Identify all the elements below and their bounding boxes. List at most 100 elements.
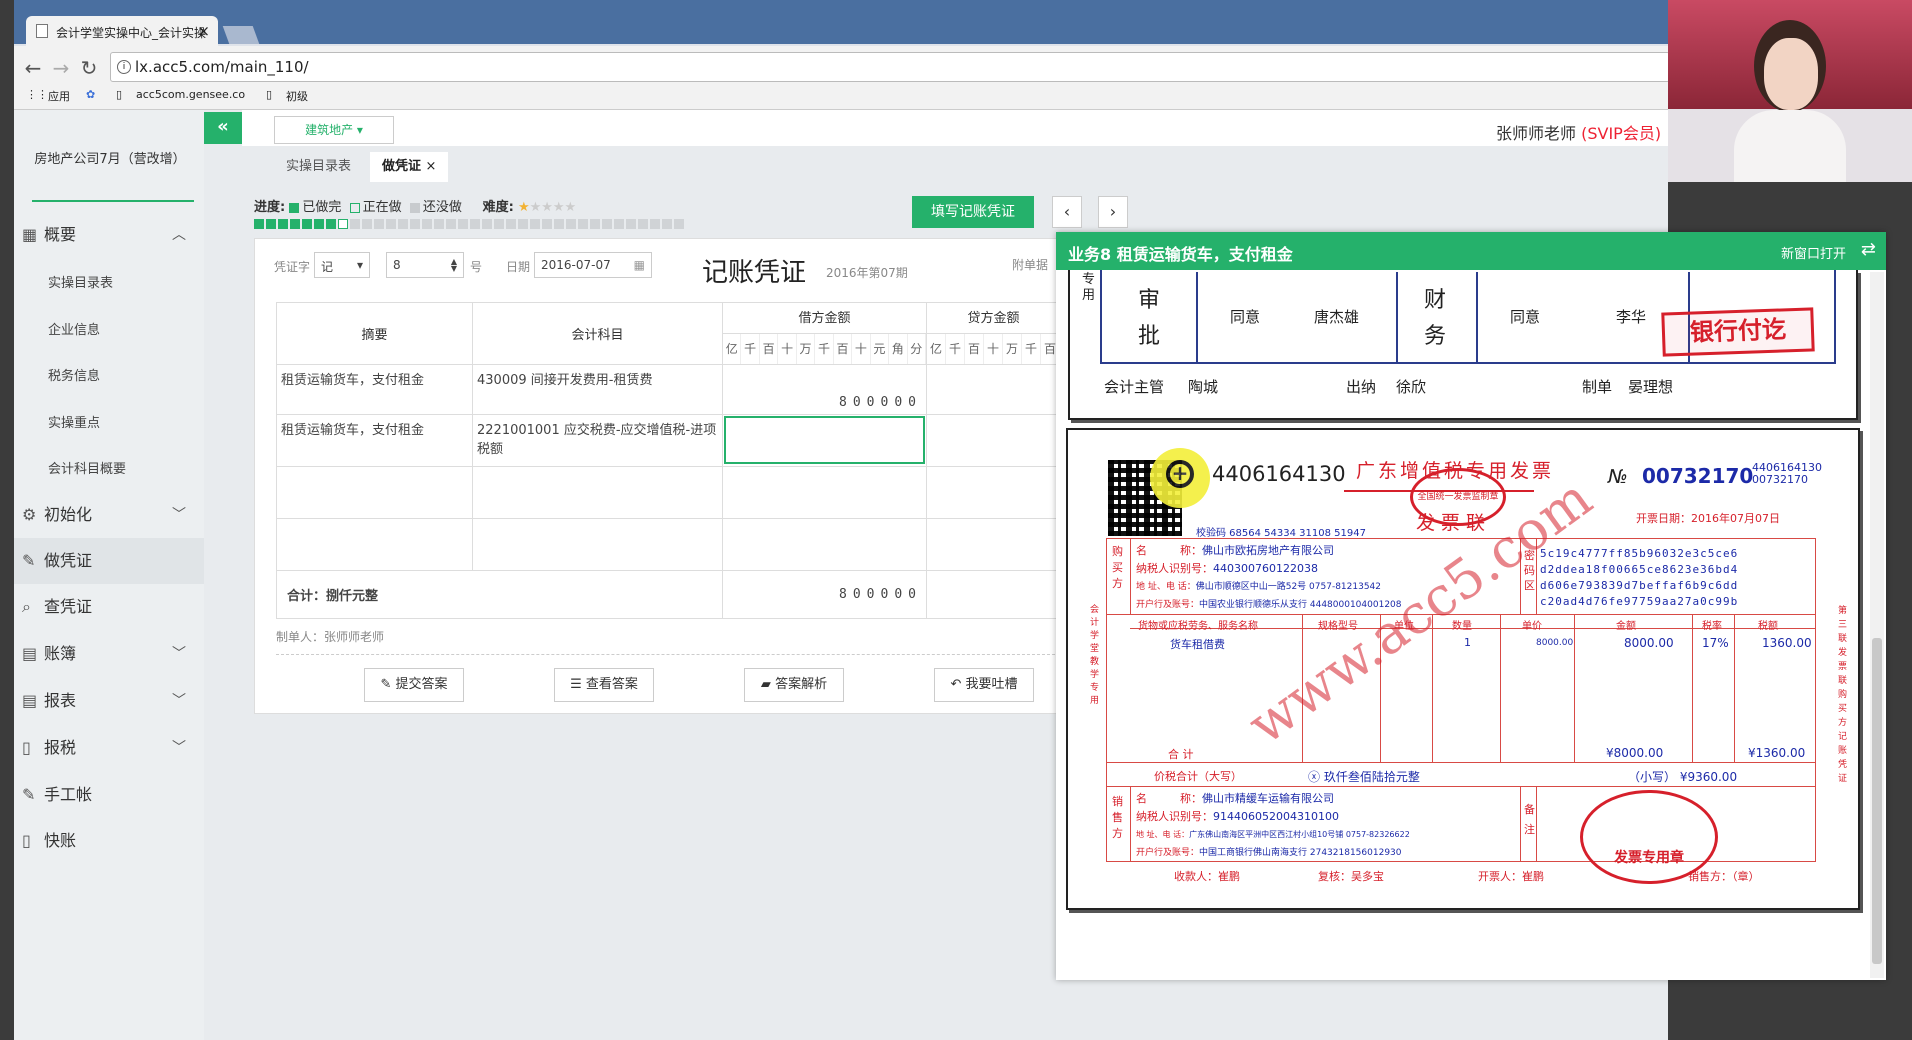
caret-down-icon: ▾	[356, 258, 363, 272]
progress-step	[278, 219, 288, 229]
sidebar-item-make-voucher[interactable]: ✎ 做凭证	[14, 538, 204, 584]
reload-icon[interactable]: ↻	[76, 56, 102, 80]
voucher-number-stepper[interactable]: 8 ▲ ▼	[386, 252, 464, 278]
close-tab-icon[interactable]: ×	[197, 22, 210, 40]
category-dropdown[interactable]: 建筑地产 ▾	[274, 116, 394, 144]
remark-label: 备注	[1524, 803, 1535, 836]
bookmark-apps[interactable]: 应用	[48, 88, 70, 104]
submit-answer-button[interactable]: ✎ 提交答案	[364, 668, 464, 702]
close-icon[interactable]: ×	[426, 159, 437, 174]
row4-credit[interactable]	[926, 518, 1061, 571]
progress-step	[458, 219, 468, 229]
sidebar-item-init[interactable]: ⚙ 初始化 ﹀	[14, 492, 204, 538]
sidebar-item-quick[interactable]: ▯ 快账	[14, 818, 204, 864]
unit-label: 元	[871, 333, 890, 364]
bookmark-junior[interactable]: 初级	[286, 88, 308, 104]
answer-explain-button[interactable]: ▰ 答案解析	[744, 668, 844, 702]
row3-debit[interactable]	[722, 466, 927, 519]
unit-label: 千	[946, 333, 965, 364]
back-icon[interactable]: ←	[20, 56, 46, 80]
row4-summary[interactable]	[276, 518, 473, 571]
divider	[276, 654, 1060, 655]
progress-step	[518, 219, 528, 229]
col-item: 货物或应税劳务、服务名称	[1138, 621, 1258, 632]
webcam-overlay	[1668, 0, 1912, 182]
progress-step	[470, 219, 480, 229]
sidebar-sub-tax[interactable]: 税务信息	[48, 365, 100, 384]
open-new-window-link[interactable]: 新窗口打开	[1781, 243, 1846, 262]
sidebar-item-label: 做凭证	[44, 551, 93, 570]
user-info[interactable]: 张师师老师 (SVIP会员)	[1496, 120, 1661, 144]
info-icon: i	[117, 60, 131, 74]
row3-credit[interactable]	[926, 466, 1061, 519]
tab-make-voucher[interactable]: 做凭证 ×	[370, 152, 449, 182]
list-icon: ☰	[570, 677, 582, 692]
sidebar-item-label: 账簿	[44, 644, 77, 663]
progress-step	[650, 219, 660, 229]
bookmark-gensee[interactable]: acc5com.gensee.co	[136, 88, 245, 101]
browser-tab[interactable]: 会计学堂实操中心_会计实操 ×	[26, 16, 218, 46]
address-bar[interactable]: i lx.acc5.com/main_110/	[110, 52, 1670, 82]
sidebar-item-label: 报表	[44, 691, 77, 710]
seller-info: 名 称：佛山市精缓车运输有限公司 纳税人识别号：9144060520043101…	[1136, 792, 1410, 858]
tab-catalog[interactable]: 实操目录表	[274, 152, 363, 182]
row2-debit[interactable]	[722, 414, 927, 467]
url-text: lx.acc5.com/main_110/	[135, 58, 309, 76]
sidebar-item-reports[interactable]: ▤ 报表 ﹀	[14, 678, 204, 724]
sidebar-sub-accounts[interactable]: 会计科目概要	[48, 458, 126, 477]
top-bar	[242, 110, 1668, 146]
issuer: 开票人：崔鹏	[1478, 870, 1544, 883]
fill-voucher-button[interactable]: 填写记账凭证	[912, 196, 1034, 228]
item-tax: 1360.00	[1762, 636, 1812, 650]
swap-icon[interactable]: ⇄	[1861, 239, 1876, 260]
unit-label: 分	[908, 333, 926, 364]
sidebar-item-ledger[interactable]: ▤ 账簿 ﹀	[14, 631, 204, 677]
debit-input-active[interactable]	[724, 416, 925, 464]
row3-account[interactable]	[472, 466, 723, 519]
voucher-word-select[interactable]: 记 ▾	[314, 252, 370, 278]
voucher-period: 2016年第07期	[826, 266, 908, 280]
row4-debit[interactable]	[722, 518, 927, 571]
sidebar-item-manual[interactable]: ✎ 手工帐	[14, 772, 204, 818]
stepper-icon[interactable]: ▲ ▼	[451, 258, 457, 273]
row4-account[interactable]	[472, 518, 723, 571]
row2-credit[interactable]	[926, 414, 1061, 467]
collapse-sidebar-button[interactable]: «	[204, 112, 242, 144]
apps-icon[interactable]: ⋮⋮	[26, 88, 48, 101]
sidebar-item-search-voucher[interactable]: ⌕ 查凭证	[14, 584, 204, 630]
sidebar-sub-company[interactable]: 企业信息	[48, 319, 100, 338]
tab-title: 会计学堂实操中心_会计实操	[56, 26, 207, 40]
row1-summary[interactable]: 租赁运输货车，支付租金	[276, 364, 473, 415]
header-account: 会计科目	[472, 302, 723, 365]
feedback-button[interactable]: ↶ 我要吐槽	[934, 668, 1034, 702]
unit-label: 十	[852, 333, 871, 364]
prev-button[interactable]: ‹	[1052, 196, 1082, 228]
debit-units: 亿千百十万千百十元角分	[723, 333, 926, 364]
progress-step	[542, 219, 552, 229]
view-answer-button[interactable]: ☰ 查看答案	[554, 668, 654, 702]
progress-step	[338, 219, 348, 229]
row1-account[interactable]: 430009 间接开发费用-租赁费	[472, 364, 723, 415]
calendar-icon[interactable]: ▦	[634, 258, 645, 272]
forward-icon[interactable]: →	[48, 56, 74, 80]
file-icon: ▯	[22, 738, 31, 757]
sidebar-item-overview[interactable]: ▦ 概要 ︿	[14, 212, 204, 258]
progress-step	[614, 219, 624, 229]
divider	[1692, 614, 1693, 762]
row2-account[interactable]: 2221001001 应交税费-应交增值税-进项税额	[472, 414, 723, 467]
scrollbar-thumb[interactable]	[1872, 638, 1882, 964]
check-code: 校验码 68564 54334 31108 51947	[1196, 528, 1366, 539]
row3-summary[interactable]	[276, 466, 473, 519]
paw-icon[interactable]: ✿	[86, 88, 95, 101]
new-tab-button[interactable]	[222, 26, 260, 44]
row1-debit[interactable]: 800000	[722, 364, 927, 415]
date-field[interactable]: 2016-07-07 ▦	[534, 252, 652, 278]
next-button[interactable]: ›	[1098, 196, 1128, 228]
sidebar-sub-keypoints[interactable]: 实操重点	[48, 412, 100, 431]
row1-credit[interactable]	[926, 364, 1061, 415]
sidebar-item-tax-filing[interactable]: ▯ 报税 ﹀	[14, 725, 204, 771]
row2-summary[interactable]: 租赁运输货车，支付租金	[276, 414, 473, 467]
sidebar-sub-catalog[interactable]: 实操目录表	[48, 272, 113, 291]
zoom-in-icon[interactable]: +	[1166, 460, 1194, 488]
search-icon: ⌕	[22, 597, 31, 616]
